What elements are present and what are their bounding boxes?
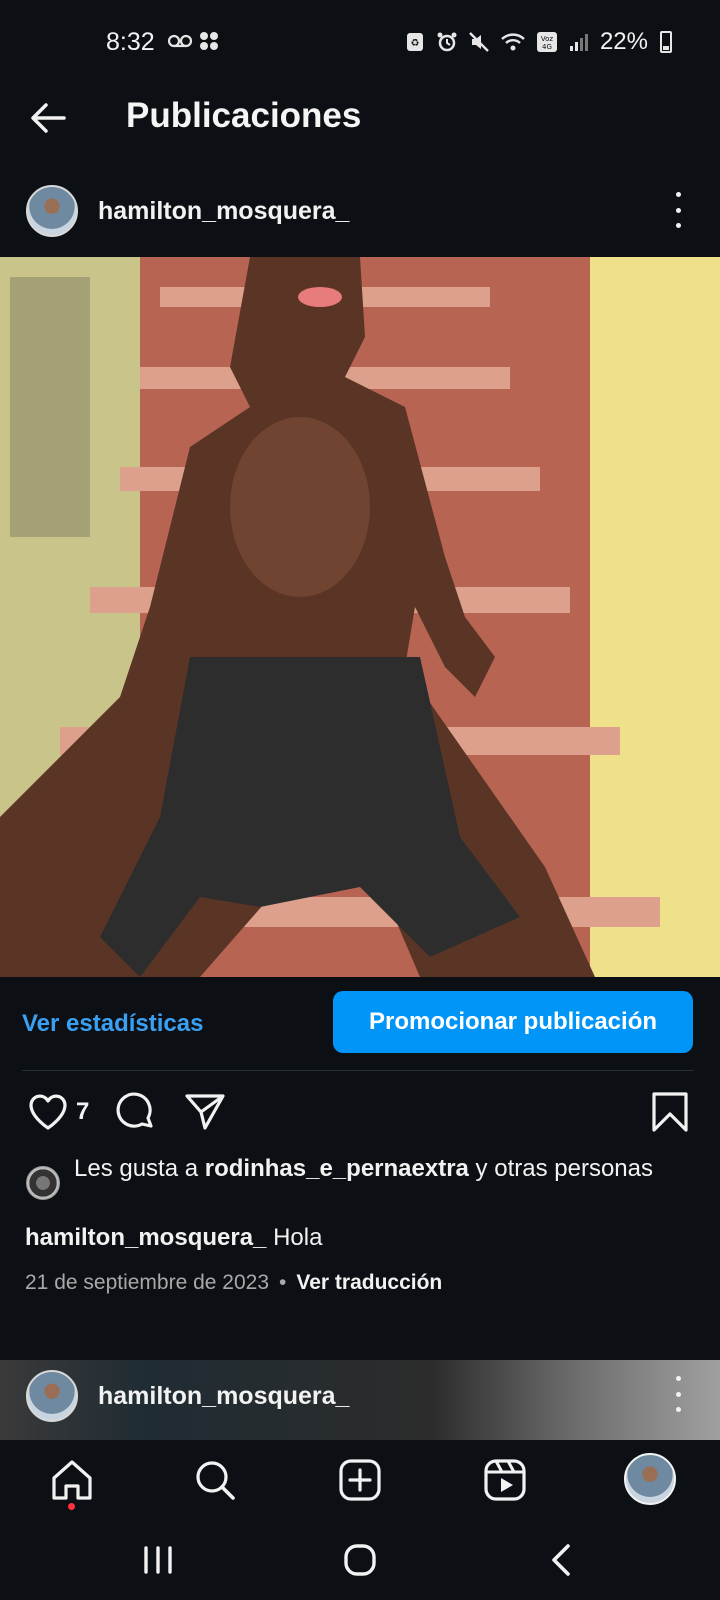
system-nav xyxy=(0,1520,720,1600)
divider xyxy=(22,1070,694,1071)
svg-text:4G: 4G xyxy=(542,43,552,51)
page-title: Publicaciones xyxy=(126,96,362,135)
post-meta: 21 de septiembre de 2023 • Ver traducción xyxy=(25,1271,442,1295)
post-header: hamilton_mosquera_ xyxy=(0,180,720,240)
comment-icon[interactable] xyxy=(113,1090,157,1134)
home-icon[interactable] xyxy=(48,1456,96,1504)
promote-button[interactable]: Promocionar publicación xyxy=(333,991,693,1053)
notification-dot xyxy=(68,1503,75,1510)
back-chevron-icon[interactable] xyxy=(540,1538,584,1582)
action-bar: 7 xyxy=(0,1090,720,1138)
header: Publicaciones xyxy=(0,88,720,148)
status-time: 8:32 xyxy=(106,28,155,56)
post-username[interactable]: hamilton_mosquera_ xyxy=(98,197,349,226)
heart-icon[interactable] xyxy=(26,1090,70,1134)
like-count[interactable]: 7 xyxy=(76,1098,89,1126)
signal-icon xyxy=(569,34,588,51)
battery-icon xyxy=(660,31,672,53)
caption: hamilton_mosquera_ Hola xyxy=(25,1224,322,1252)
caption-username[interactable]: hamilton_mosquera_ xyxy=(25,1224,266,1251)
home-circle-icon[interactable] xyxy=(338,1538,382,1582)
status-left-icons xyxy=(167,30,230,58)
reels-icon[interactable] xyxy=(481,1456,529,1504)
post-photo xyxy=(0,257,720,977)
wifi-icon xyxy=(501,33,525,51)
more-vertical-icon[interactable] xyxy=(668,1376,688,1412)
next-post-header: hamilton_mosquera_ xyxy=(0,1360,720,1440)
bookmark-icon[interactable] xyxy=(648,1090,692,1134)
svg-text:Voz: Voz xyxy=(541,35,554,43)
recents-icon[interactable] xyxy=(136,1538,180,1582)
recycle-icon: ♻ xyxy=(406,33,423,51)
voicemail-icon xyxy=(167,32,218,50)
more-vertical-icon[interactable] xyxy=(668,192,688,228)
liker-avatar[interactable] xyxy=(26,1166,60,1200)
status-bar: 8:32 ♻ Voz 4G 22% xyxy=(0,0,720,88)
translate-link[interactable]: Ver traducción xyxy=(296,1271,442,1294)
likes-prefix: Les gusta a xyxy=(74,1155,205,1182)
mute-icon xyxy=(469,32,489,52)
next-post-username[interactable]: hamilton_mosquera_ xyxy=(98,1382,349,1411)
profile-avatar[interactable] xyxy=(624,1453,676,1505)
meta-separator: • xyxy=(279,1271,287,1294)
create-icon[interactable] xyxy=(336,1456,384,1504)
liker-username[interactable]: rodinhas_e_pernaextra xyxy=(205,1155,469,1182)
svg-text:♻: ♻ xyxy=(410,38,419,49)
search-icon[interactable] xyxy=(191,1456,239,1504)
avatar[interactable] xyxy=(26,185,78,237)
bottom-nav xyxy=(0,1440,720,1520)
battery-percent: 22% xyxy=(599,28,648,55)
avatar[interactable] xyxy=(26,1370,78,1422)
send-icon[interactable] xyxy=(183,1090,227,1134)
insights-link[interactable]: Ver estadísticas xyxy=(22,1010,203,1038)
status-right: ♻ Voz 4G 22% xyxy=(404,28,672,56)
volte-icon: Voz4G xyxy=(536,32,557,52)
post-image[interactable] xyxy=(0,257,720,977)
post-date: 21 de septiembre de 2023 xyxy=(25,1271,270,1294)
likes-summary[interactable]: Les gusta a rodinhas_e_pernaextra y otra… xyxy=(74,1152,674,1185)
alarm-icon xyxy=(437,32,457,52)
arrow-left-icon[interactable] xyxy=(24,94,72,142)
caption-text: Hola xyxy=(266,1224,323,1251)
likes-suffix: y otras personas xyxy=(468,1155,653,1182)
